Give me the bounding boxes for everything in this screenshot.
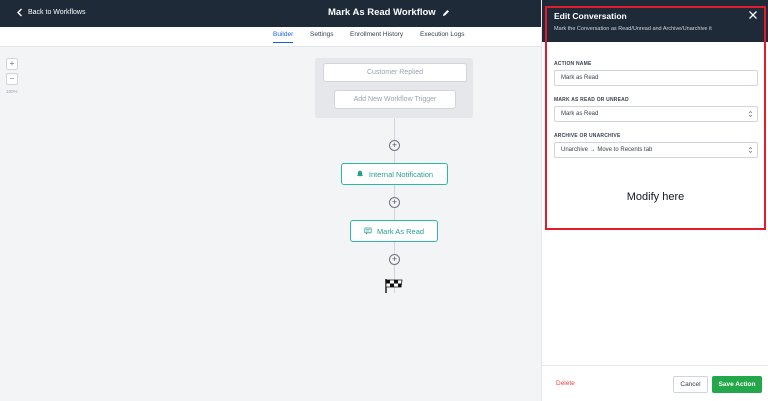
tab-builder[interactable]: Builder (273, 31, 294, 43)
tab-execution-logs[interactable]: Execution Logs (420, 31, 464, 42)
finish-flag-icon (385, 279, 403, 293)
panel-footer: Delete Cancel Save Action (542, 365, 768, 401)
zoom-out-button[interactable]: − (6, 73, 18, 85)
add-step-button[interactable]: + (389, 254, 400, 265)
select-value: Unarchive → Move to Recents tab (561, 147, 653, 153)
archive-unarchive-label: ARCHIVE OR UNARCHIVE (554, 133, 621, 139)
add-step-button[interactable]: + (389, 197, 400, 208)
select-caret-icon (748, 111, 753, 117)
trigger-container: Customer Replied Add New Workflow Trigge… (315, 58, 473, 118)
message-icon (364, 227, 372, 235)
action-label: Mark As Read (376, 226, 425, 236)
panel-subtitle: Mark the Conversation as Read/Unread and… (554, 26, 712, 32)
modify-here-annotation: Modify here (626, 191, 685, 203)
close-icon[interactable] (748, 10, 758, 20)
bell-icon (356, 170, 363, 178)
back-label: Back to Workflows (28, 9, 86, 16)
workflow-title: Mark As Read Workflow (328, 7, 450, 18)
action-label: Internal Notification (368, 169, 434, 179)
tab-settings[interactable]: Settings (310, 31, 334, 42)
select-caret-icon (748, 147, 753, 153)
panel-title: Edit Conversation (554, 11, 627, 21)
select-value: Mark as Read (561, 111, 599, 117)
back-to-workflows-link[interactable]: Back to Workflows (16, 8, 85, 17)
action-internal-notification[interactable]: Internal Notification (341, 163, 448, 185)
add-workflow-trigger-button[interactable]: Add New Workflow Trigger (334, 90, 456, 109)
tab-enrollment-history[interactable]: Enrollment History (350, 31, 403, 42)
add-step-button[interactable]: + (389, 140, 400, 151)
top-bar: Back to Workflows Mark As Read Workflow (0, 0, 541, 27)
action-name-label: ACTION NAME (554, 61, 592, 67)
delete-button[interactable]: Delete (556, 380, 575, 387)
archive-unarchive-select[interactable]: Unarchive → Move to Recents tab (554, 142, 758, 158)
save-action-button[interactable]: Save Action (712, 376, 762, 393)
mark-read-unread-label: MARK AS READ OR UNREAD (554, 97, 629, 103)
trigger-customer-replied[interactable]: Customer Replied (323, 63, 467, 82)
edit-conversation-panel: Edit Conversation Mark the Conversation … (541, 0, 768, 401)
pencil-icon[interactable] (442, 9, 450, 17)
cancel-button[interactable]: Cancel (673, 376, 708, 393)
panel-header: Edit Conversation Mark the Conversation … (542, 0, 768, 42)
tab-bar: Builder Settings Enrollment History Exec… (0, 27, 541, 47)
mark-read-unread-select[interactable]: Mark as Read (554, 106, 758, 122)
zoom-in-button[interactable]: + (6, 58, 18, 70)
workflow-title-text: Mark As Read Workflow (328, 7, 436, 18)
chevron-left-icon (17, 8, 22, 17)
zoom-level: 100% (6, 89, 18, 94)
workflow-canvas[interactable]: + − 100% Customer Replied Add New Workfl… (0, 47, 541, 401)
action-mark-as-read[interactable]: Mark As Read (350, 220, 438, 242)
action-name-input[interactable]: Mark as Read (554, 70, 758, 86)
